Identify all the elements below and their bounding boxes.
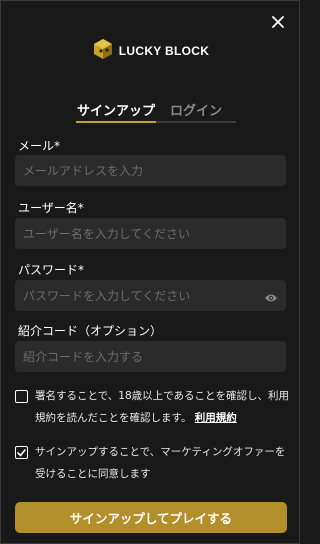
required-mark: * bbox=[54, 139, 61, 153]
close-icon[interactable] bbox=[267, 11, 289, 33]
tab-signup[interactable]: サインアップ bbox=[76, 97, 156, 123]
terms-consent-text: 署名することで、18歳以上であることを確認し、利用規約を読んだことを確認します。… bbox=[35, 390, 290, 424]
password-label: パスワード* bbox=[18, 263, 85, 277]
lucky-block-logo-icon bbox=[93, 38, 113, 64]
required-mark: * bbox=[77, 201, 84, 215]
brand-name: LUCKY BLOCK bbox=[118, 44, 210, 58]
email-field-wrapper bbox=[15, 155, 286, 186]
password-field[interactable] bbox=[15, 288, 286, 303]
eye-icon[interactable] bbox=[264, 289, 278, 302]
referral-field-wrapper bbox=[15, 341, 286, 372]
auth-tabs: サインアップ ログイン bbox=[76, 97, 236, 123]
marketing-consent-row: サインアップすることで、マーケティングオファーを受けることに同意します bbox=[15, 441, 291, 485]
terms-consent-row: 署名することで、18歳以上であることを確認し、利用規約を読んだことを確認します。… bbox=[15, 385, 291, 429]
tab-login[interactable]: ログイン bbox=[156, 97, 236, 123]
check-icon bbox=[17, 448, 26, 456]
password-field-wrapper bbox=[15, 280, 286, 311]
username-label: ユーザー名* bbox=[18, 201, 84, 215]
signup-play-button[interactable]: サインアップしてプレイする bbox=[15, 502, 287, 533]
terms-link[interactable]: 利用規約 bbox=[195, 412, 237, 424]
email-label: メール* bbox=[18, 139, 61, 153]
username-field[interactable] bbox=[15, 226, 286, 241]
referral-label: 紹介コード（オプション） bbox=[18, 324, 163, 338]
marketing-checkbox[interactable] bbox=[15, 446, 28, 459]
signup-modal: LUCKY BLOCK サインアップ ログイン メール* ユーザー名* パスワー… bbox=[0, 0, 300, 544]
email-field[interactable] bbox=[15, 163, 286, 178]
terms-checkbox[interactable] bbox=[15, 390, 28, 403]
username-field-wrapper bbox=[15, 218, 286, 249]
brand-logo: LUCKY BLOCK bbox=[1, 39, 301, 63]
required-mark: * bbox=[78, 263, 85, 277]
marketing-consent-text: サインアップすることで、マーケティングオファーを受けることに同意します bbox=[35, 446, 286, 480]
referral-code-field[interactable] bbox=[15, 349, 286, 364]
